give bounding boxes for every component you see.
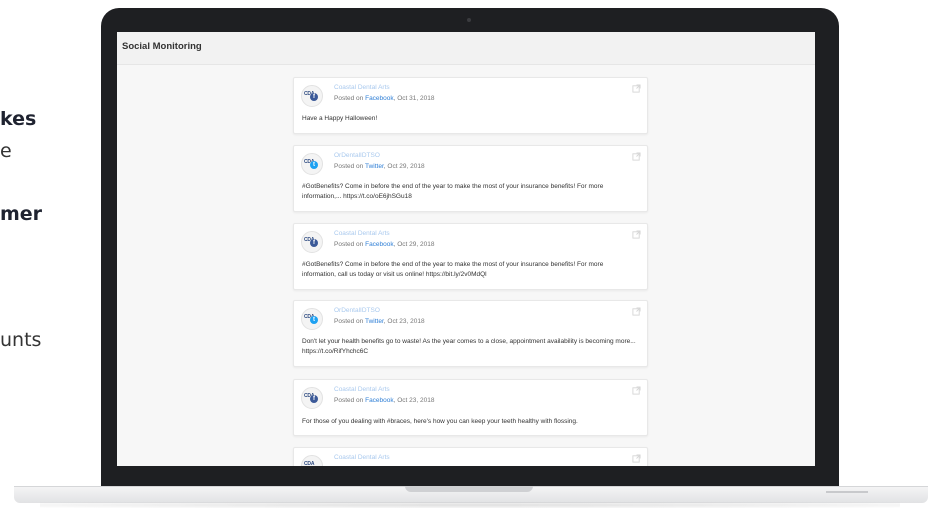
post-message: Have a Happy Halloween! [302, 115, 378, 122]
posted-on-label: Posted on [334, 163, 364, 170]
external-link-icon[interactable] [632, 230, 641, 239]
post-meta: Posted on Facebook, Oct 31, 2018 [334, 95, 434, 102]
post-date: , Oct 29, 2018 [383, 163, 425, 170]
external-link-icon[interactable] [632, 307, 641, 316]
facebook-icon: f [310, 239, 318, 247]
post-meta: Posted on Facebook, Oct 29, 2018 [334, 241, 434, 248]
post-date: , Oct 29, 2018 [393, 241, 435, 248]
post-card[interactable]: CDA f Coastal Dental Arts Posted on Face… [293, 223, 648, 290]
post-card[interactable]: CDA f Coastal Dental Arts Posted on Face… [293, 379, 648, 436]
network-link[interactable]: Facebook [365, 397, 394, 404]
account-name[interactable]: OrDentalIDTSO [334, 307, 380, 314]
post-card[interactable]: CDA f Coastal Dental Arts Posted on Face… [293, 77, 648, 134]
external-link-icon[interactable] [632, 84, 641, 93]
post-message: For those of you dealing with #braces, h… [302, 418, 578, 425]
side-text-2: e [0, 140, 12, 162]
camera-dot [467, 18, 471, 22]
post-meta: Posted on Twitter, Oct 23, 2018 [334, 318, 425, 325]
side-text-4: unts [0, 329, 42, 351]
side-text-1: kes [0, 108, 37, 130]
external-link-icon[interactable] [632, 152, 641, 161]
network-link[interactable]: Twitter [365, 163, 384, 170]
side-text-3: mer [0, 203, 43, 225]
post-date: , Oct 31, 2018 [393, 95, 435, 102]
avatar: CDA [301, 455, 323, 466]
post-date: , Oct 23, 2018 [393, 397, 435, 404]
network-link[interactable]: Facebook [365, 241, 394, 248]
post-message: #GotBenefits? Come in before the end of … [302, 261, 604, 278]
laptop-notch [405, 486, 533, 492]
app-screen: Social Monitoring CDA f Coastal Dental A… [117, 32, 815, 466]
facebook-icon: f [310, 93, 318, 101]
post-card[interactable]: CDA Coastal Dental Arts [293, 447, 648, 466]
account-name[interactable]: OrDentalIDTSO [334, 152, 380, 159]
post-message: Don't let your health benefits go to was… [302, 338, 636, 355]
twitter-icon: t [310, 161, 318, 169]
laptop-shadow [40, 502, 900, 508]
posted-on-label: Posted on [334, 241, 364, 248]
post-meta: Posted on Twitter, Oct 29, 2018 [334, 163, 425, 170]
network-link[interactable]: Twitter [365, 318, 384, 325]
avatar-logo-text: CDA [304, 461, 315, 466]
app-header: Social Monitoring [117, 32, 815, 65]
twitter-icon: t [310, 316, 318, 324]
posted-on-label: Posted on [334, 95, 364, 102]
post-date: , Oct 23, 2018 [383, 318, 425, 325]
account-name[interactable]: Coastal Dental Arts [334, 386, 390, 393]
external-link-icon[interactable] [632, 386, 641, 395]
account-name[interactable]: Coastal Dental Arts [334, 84, 390, 91]
facebook-icon: f [310, 395, 318, 403]
post-card[interactable]: CDA t OrDentalIDTSO Posted on Twitter, O… [293, 145, 648, 212]
external-link-icon[interactable] [632, 454, 641, 463]
post-meta: Posted on Facebook, Oct 23, 2018 [334, 397, 434, 404]
laptop-base-detail [826, 491, 868, 493]
post-card[interactable]: CDA t OrDentalIDTSO Posted on Twitter, O… [293, 300, 648, 367]
page-title: Social Monitoring [122, 41, 202, 52]
network-link[interactable]: Facebook [365, 95, 394, 102]
posted-on-label: Posted on [334, 318, 364, 325]
account-name[interactable]: Coastal Dental Arts [334, 454, 390, 461]
account-name[interactable]: Coastal Dental Arts [334, 230, 390, 237]
posted-on-label: Posted on [334, 397, 364, 404]
post-message: #GotBenefits? Come in before the end of … [302, 183, 604, 200]
